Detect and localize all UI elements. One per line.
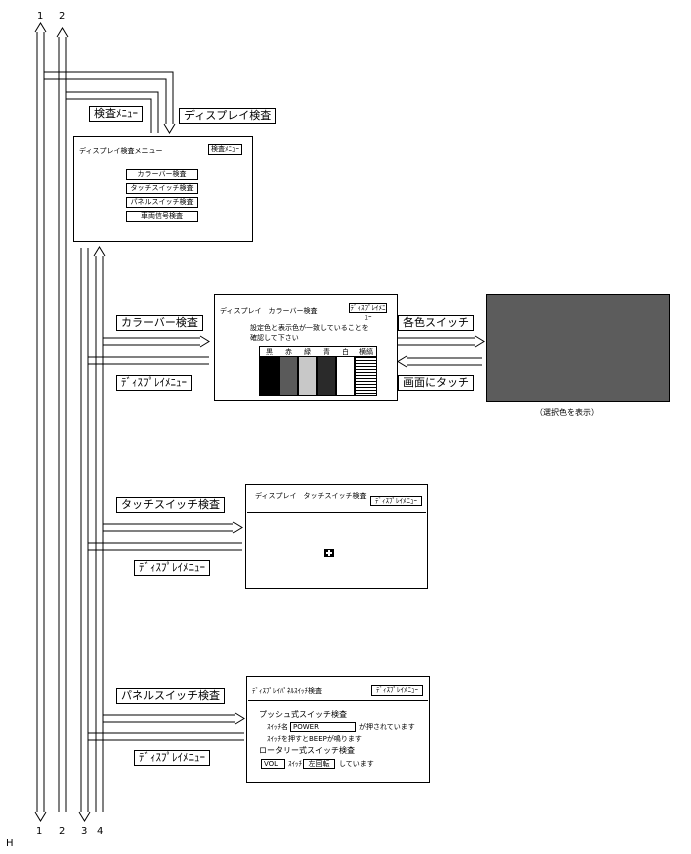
rotary-direction-field: 左回転	[303, 759, 335, 769]
color-bar-table: 黒 赤 緑 青 白 横縞	[259, 346, 377, 396]
color-bar-black[interactable]	[260, 356, 279, 396]
header-divider	[247, 512, 426, 513]
instruction-line-1: 設定色と表示色が一致していることを	[250, 324, 369, 332]
column-black-label: 黒	[266, 348, 273, 356]
screen-touch-switch: ディスプレイ タッチスイッチ検査 ﾃﾞｨｽﾌﾟﾚｲﾒﾆｭｰ	[245, 484, 428, 589]
screen-panel-switch: ﾃﾞｨｽﾌﾟﾚｲﾊﾟﾈﾙｽｲｯﾁ検査 ﾃﾞｨｽﾌﾟﾚｲﾒﾆｭｰ プッシュ式スイッ…	[246, 676, 430, 783]
color-bar-red[interactable]	[279, 356, 298, 396]
screen-title: ディスプレイ タッチスイッチ検査	[255, 492, 367, 500]
lane-3-arrow-bottom	[78, 811, 91, 822]
color-bar-white[interactable]	[336, 356, 355, 396]
rotary-switch-heading: ロータリー式スイッチ検査	[259, 746, 355, 755]
lane-1-arrow-top	[34, 22, 47, 33]
header-divider	[248, 700, 428, 701]
lane-4-line	[95, 256, 104, 812]
column-stripe-label: 横縞	[359, 348, 373, 356]
color-bar-button[interactable]: カラーバー検査	[126, 169, 198, 180]
label-display-menu-3: ﾃﾞｨｽﾌﾟﾚｲﾒﾆｭｰ	[134, 750, 210, 766]
vehicle-signal-button[interactable]: 車両信号検査	[126, 211, 198, 222]
column-white-label: 白	[342, 348, 349, 356]
beep-text: ｽｲｯﾁを押すとBEEPが鳴ります	[267, 735, 362, 743]
screen-display-menu: ディスプレイ検査メニュー 検査ﾒﾆｭｰ カラーバー検査 タッチスイッチ検査 パネ…	[73, 136, 253, 242]
color-bar-stripes[interactable]	[355, 356, 377, 396]
color-bar-green[interactable]	[298, 356, 317, 396]
screen-color-bar: ディスプレイ カラーバー検査 ﾃﾞｨｽﾌﾟﾚｲﾒﾆｭｰ 設定色と表示色が一致して…	[214, 294, 398, 401]
panel-arrow	[103, 712, 245, 725]
touch-arrow	[103, 521, 243, 534]
lane-2-arrow-top	[56, 27, 69, 38]
screen-title: ディスプレイ検査メニュー	[79, 147, 163, 155]
switch-name-label: ｽｲｯﾁ名	[267, 723, 288, 731]
selected-color-caption: （選択色を表示）	[535, 408, 599, 417]
display-kensa-arrow	[163, 123, 176, 134]
rotary-switch-word: ｽｲｯﾁ	[288, 760, 302, 768]
instruction-line-2: 確認して下さい	[250, 334, 299, 342]
push-switch-heading: プッシュ式スイッチ検査	[259, 710, 347, 719]
touch-switch-button[interactable]: タッチスイッチ検査	[126, 183, 198, 194]
touch-target[interactable]	[324, 549, 334, 557]
crosshair-horizontal	[326, 552, 332, 554]
screen-selected-color[interactable]	[486, 294, 670, 402]
lane-2-line	[58, 37, 67, 812]
lane-number-bottom-3: 3	[81, 826, 88, 837]
touch-return	[88, 542, 242, 551]
label-panel-switch-kensa: パネルスイッチ検査	[116, 688, 225, 704]
kensa-menu-button[interactable]: 検査ﾒﾆｭｰ	[208, 144, 242, 155]
lane-number-bottom-4: 4	[97, 826, 104, 837]
touch-return-arrow	[397, 355, 482, 368]
lane-3-line	[80, 248, 89, 812]
screen-title: ﾃﾞｨｽﾌﾟﾚｲﾊﾟﾈﾙｽｲｯﾁ検査	[252, 687, 322, 695]
lane-number-top-2: 2	[59, 11, 66, 22]
label-color-bar-kensa: カラーバー検査	[116, 315, 203, 331]
label-kakushoku-switch: 各色スイッチ	[398, 315, 474, 331]
panel-switch-button[interactable]: パネルスイッチ検査	[126, 197, 198, 208]
colorbar-arrow	[103, 335, 210, 348]
column-blue-label: 青	[323, 348, 330, 356]
label-display-menu-1: ﾃﾞｨｽﾌﾟﾚｲﾒﾆｭｰ	[116, 375, 192, 391]
label-display-kensa: ディスプレイ検査	[179, 108, 277, 124]
label-gamen-ni-touch: 画面にタッチ	[398, 375, 474, 391]
display-menu-button[interactable]: ﾃﾞｨｽﾌﾟﾚｲﾒﾆｭｰ	[371, 685, 423, 696]
screen-title: ディスプレイ カラーバー検査	[220, 307, 318, 315]
switch-arrow	[398, 335, 485, 348]
lane-number-top-1: 1	[37, 11, 44, 22]
label-touch-switch-kensa: タッチスイッチ検査	[116, 497, 225, 513]
label-display-menu-2: ﾃﾞｨｽﾌﾟﾚｲﾒﾆｭｰ	[134, 560, 210, 576]
corner-label: H	[6, 838, 14, 849]
lane-1-arrow-bottom	[34, 811, 47, 822]
lane-1-line	[36, 32, 45, 812]
panel-return	[88, 732, 244, 741]
column-red-label: 赤	[285, 348, 292, 356]
display-menu-button[interactable]: ﾃﾞｨｽﾌﾟﾚｲﾒﾆｭｰ	[349, 303, 387, 321]
lane-4-arrow-top	[93, 246, 106, 257]
color-bar-blue[interactable]	[317, 356, 336, 396]
pressed-text: が押されています	[359, 723, 415, 731]
column-green-label: 緑	[304, 348, 311, 356]
rotary-doing-text: しています	[339, 760, 374, 768]
display-menu-button[interactable]: ﾃﾞｨｽﾌﾟﾚｲﾒﾆｭｰ	[370, 496, 422, 506]
switch-name-field: POWER	[290, 722, 356, 732]
lane-number-bottom-2: 2	[59, 826, 66, 837]
rotary-name-field: VOL	[261, 759, 285, 769]
label-kensa-menu: 検査ﾒﾆｭｰ	[89, 106, 143, 122]
colorbar-return	[88, 356, 209, 365]
lane-number-bottom-1: 1	[36, 826, 43, 837]
